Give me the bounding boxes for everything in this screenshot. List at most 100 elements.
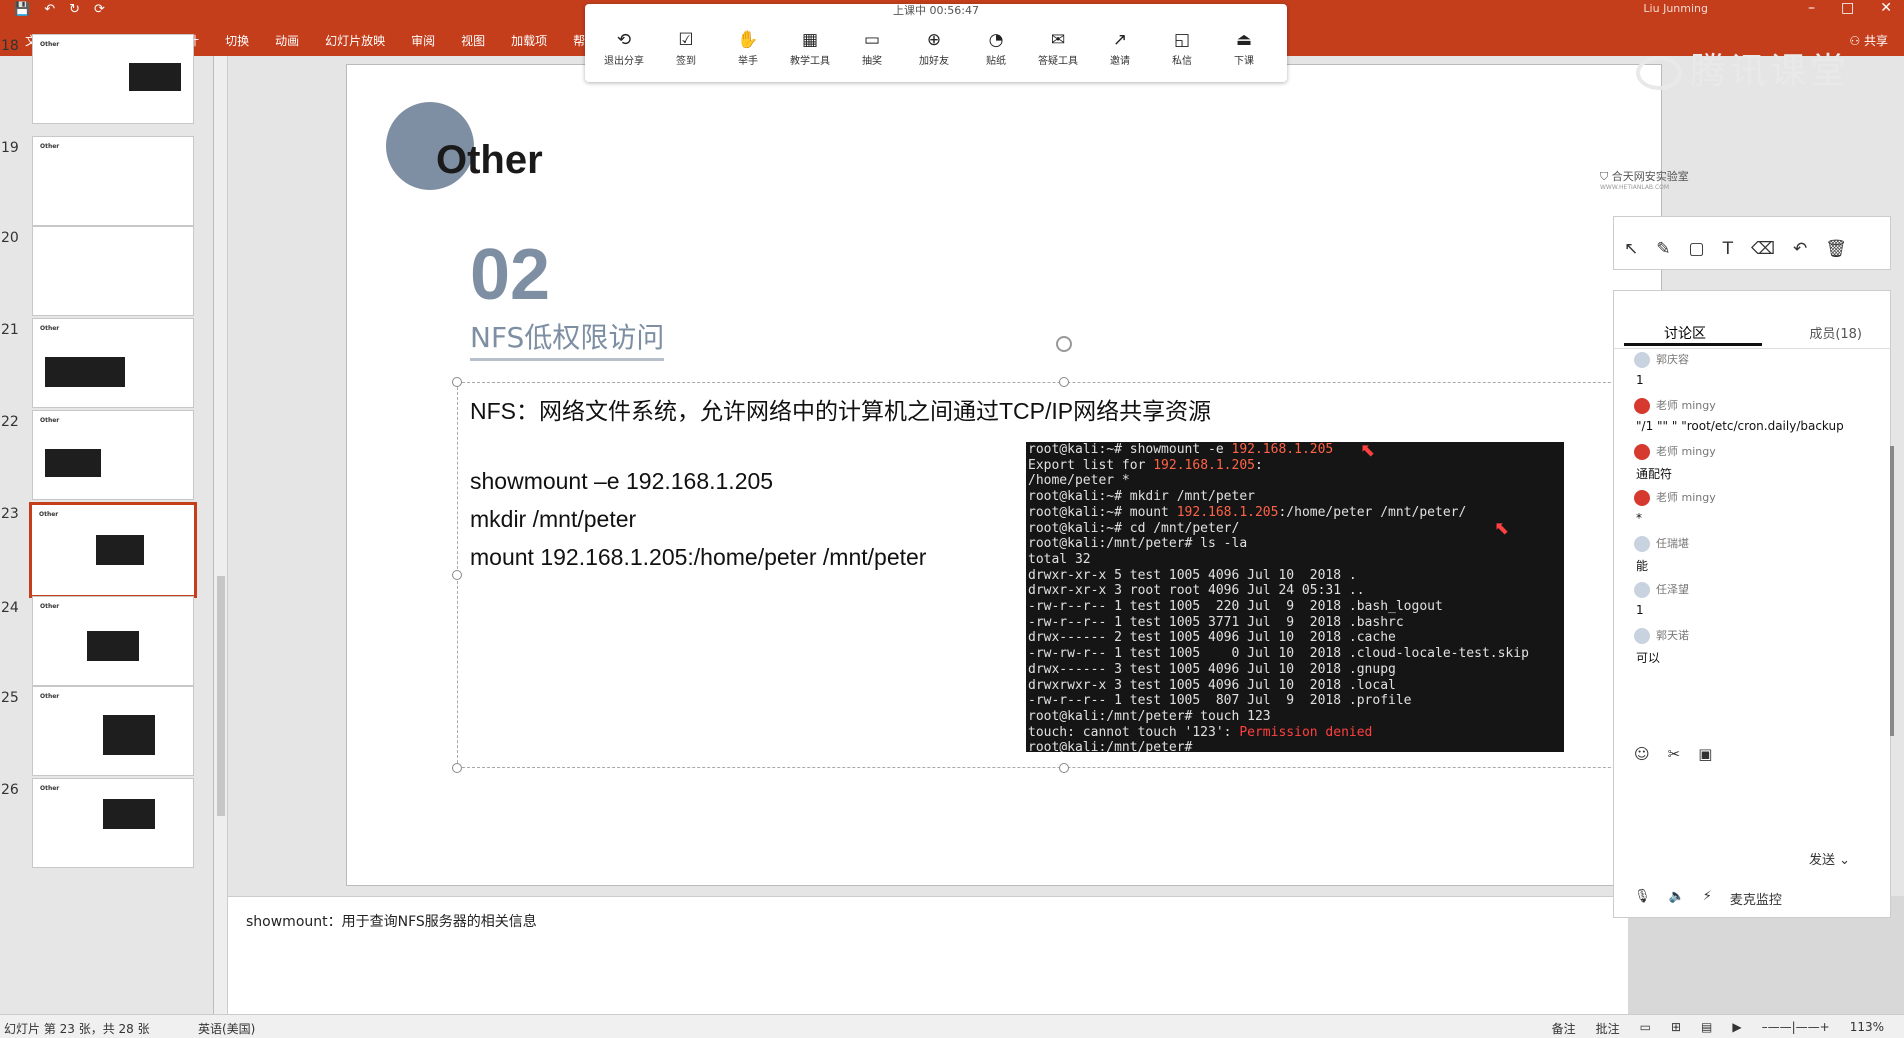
classroom-tool-button[interactable]: ◱ 私信 [1151,30,1213,67]
tab-discussion[interactable]: 讨论区 [1624,323,1762,346]
resize-handle-bl[interactable] [452,763,462,773]
classroom-tool-button[interactable]: ☑ 签到 [655,30,717,67]
thumbnail-terminal-image [45,357,125,387]
avatar[interactable] [1634,628,1650,644]
sender-name[interactable]: 老师 mingy [1656,399,1716,412]
slide-thumbnail[interactable]: Other [32,318,194,408]
command-line-3[interactable]: mount 192.168.1.205:/home/peter /mnt/pet… [470,544,926,571]
tool-icon: ↗ [1112,30,1128,50]
tab-transitions[interactable]: 切换 [212,32,262,50]
avatar[interactable] [1634,398,1650,414]
intro-text[interactable]: NFS：网络文件系统，允许网络中的计算机之间通过TCP/IP网络共享资源 [470,392,1211,426]
resize-handle-bc[interactable] [1059,763,1069,773]
avatar[interactable] [1634,490,1650,506]
monitor-label[interactable]: 麦克监控 [1730,889,1782,908]
thumbnail-title: Other [40,143,60,150]
classroom-tool-button[interactable]: ⊕ 加好友 [903,30,965,67]
mute-icon[interactable]: ⚡ [1703,889,1712,908]
tool-label: 答疑工具 [1038,56,1078,67]
slide-thumbnail[interactable]: Other [32,410,194,500]
slide-thumbnail[interactable]: Other [32,686,194,776]
command-line-1[interactable]: showmount –e 192.168.1.205 [470,468,773,495]
classroom-tool-button[interactable]: ⏏ 下课 [1213,30,1275,67]
tab-addins[interactable]: 加载项 [498,32,560,50]
classroom-tool-button[interactable]: ▭ 抽奖 [841,30,903,67]
emoji-icon[interactable]: ☺ [1634,745,1650,763]
classroom-tool-button[interactable]: ⟲ 退出分享 [593,30,655,67]
redo-icon[interactable]: ↻ [69,2,80,17]
sorter-view-icon[interactable]: ⊞ [1671,1020,1681,1037]
resize-handle-tl[interactable] [452,377,462,387]
rectangle-icon[interactable]: ▢ [1689,239,1705,259]
sender-name[interactable]: 任泽望 [1656,583,1689,596]
share-button[interactable]: ⚇ 共享 [1849,32,1888,49]
classroom-tool-button[interactable]: ▦ 教学工具 [779,30,841,67]
eraser-icon[interactable]: ⌫ [1751,239,1775,259]
send-button[interactable]: 发送 ⌄ [1809,849,1850,868]
sender-name[interactable]: 郭庆容 [1656,353,1689,366]
tab-animations[interactable]: 动画 [262,32,312,50]
terminal-text: -rw-rw-r-- 1 test 1005 0 Jul 10 2018 .cl… [1028,646,1529,662]
zoom-slider[interactable]: –——|——+ [1762,1020,1830,1037]
tool-label: 签到 [676,56,696,67]
close-icon[interactable]: ✕ [1880,0,1892,16]
rotate-handle[interactable] [1056,336,1072,352]
terminal-line: touch: cannot touch '123': Permission de… [1028,725,1562,741]
pointer-icon[interactable]: ↖ [1624,239,1638,259]
slide-thumbnail[interactable]: Other [29,502,197,598]
zoom-level[interactable]: 113% [1850,1020,1884,1037]
normal-view-icon[interactable]: ▭ [1640,1020,1651,1037]
avatar[interactable] [1634,444,1650,460]
text-icon[interactable]: T [1723,239,1733,259]
classroom-tool-button[interactable]: ✋ 举手 [717,30,779,67]
undo-icon[interactable]: ↶ [1793,239,1807,259]
sender-name[interactable]: 郭天诺 [1656,629,1689,642]
classroom-tool-button[interactable]: ↗ 邀请 [1089,30,1151,67]
sender-name[interactable]: 老师 mingy [1656,445,1716,458]
notes-toggle[interactable]: 备注 [1552,1020,1576,1037]
slide-thumbnail[interactable]: Other [32,136,194,226]
sender-name[interactable]: 任瑞堪 [1656,537,1689,550]
slide-thumbnail[interactable]: Other [32,34,194,124]
save-icon[interactable]: 💾 [14,2,30,17]
chat-scrollbar[interactable] [1890,446,1894,736]
slide-thumbnail[interactable]: Other [32,596,194,686]
resize-handle-tc[interactable] [1059,377,1069,387]
sender-name[interactable]: 老师 mingy [1656,491,1716,504]
tool-icon: ▦ [801,30,819,50]
tool-icon: ⊕ [926,30,942,50]
microphone-icon[interactable]: 🎙 [1634,889,1651,908]
trash-icon[interactable]: 🗑 [1825,239,1847,259]
speaker-icon[interactable]: 🔈 [1669,889,1685,908]
tab-view[interactable]: 视图 [448,32,498,50]
resize-handle-ml[interactable] [452,570,462,580]
slideshow-icon[interactable]: ▶ [1732,1020,1741,1037]
command-line-2[interactable]: mkdir /mnt/peter [470,506,636,533]
language-indicator[interactable]: 英语(美国) [198,1020,255,1037]
comments-toggle[interactable]: 批注 [1596,1020,1620,1037]
shield-icon: ⛉ [1600,170,1612,183]
thumbnail-number: 24 [1,600,19,616]
classroom-tool-button[interactable]: ◔ 贴纸 [965,30,1027,67]
classroom-tool-button[interactable]: ✉ 答疑工具 [1027,30,1089,67]
maximize-icon[interactable]: □ [1841,0,1854,16]
tab-review[interactable]: 审阅 [398,32,448,50]
tab-slideshow[interactable]: 幻灯片放映 [312,32,398,50]
user-name[interactable]: Liu Junming [1643,2,1708,15]
avatar[interactable] [1634,582,1650,598]
slide-thumbnail[interactable]: Other [32,778,194,868]
avatar[interactable] [1634,536,1650,552]
minimize-icon[interactable]: – [1808,0,1815,16]
speaker-notes[interactable]: showmount：用于查询NFS服务器的相关信息 [228,896,1628,1014]
reading-view-icon[interactable]: ▤ [1701,1020,1712,1037]
pen-icon[interactable]: ✎ [1656,239,1670,259]
undo-icon[interactable]: ↶ [44,2,55,17]
tab-members[interactable]: 成员(18) [1809,323,1862,342]
refresh-icon[interactable]: ⟳ [94,2,105,17]
scissors-icon[interactable]: ✂ [1668,745,1681,763]
avatar[interactable] [1634,352,1650,368]
slide-thumbnail[interactable] [32,226,194,316]
scrollbar-thumb[interactable] [217,576,225,816]
thumbnail-scrollbar[interactable] [214,56,228,1014]
image-icon[interactable]: ▣ [1698,745,1712,763]
